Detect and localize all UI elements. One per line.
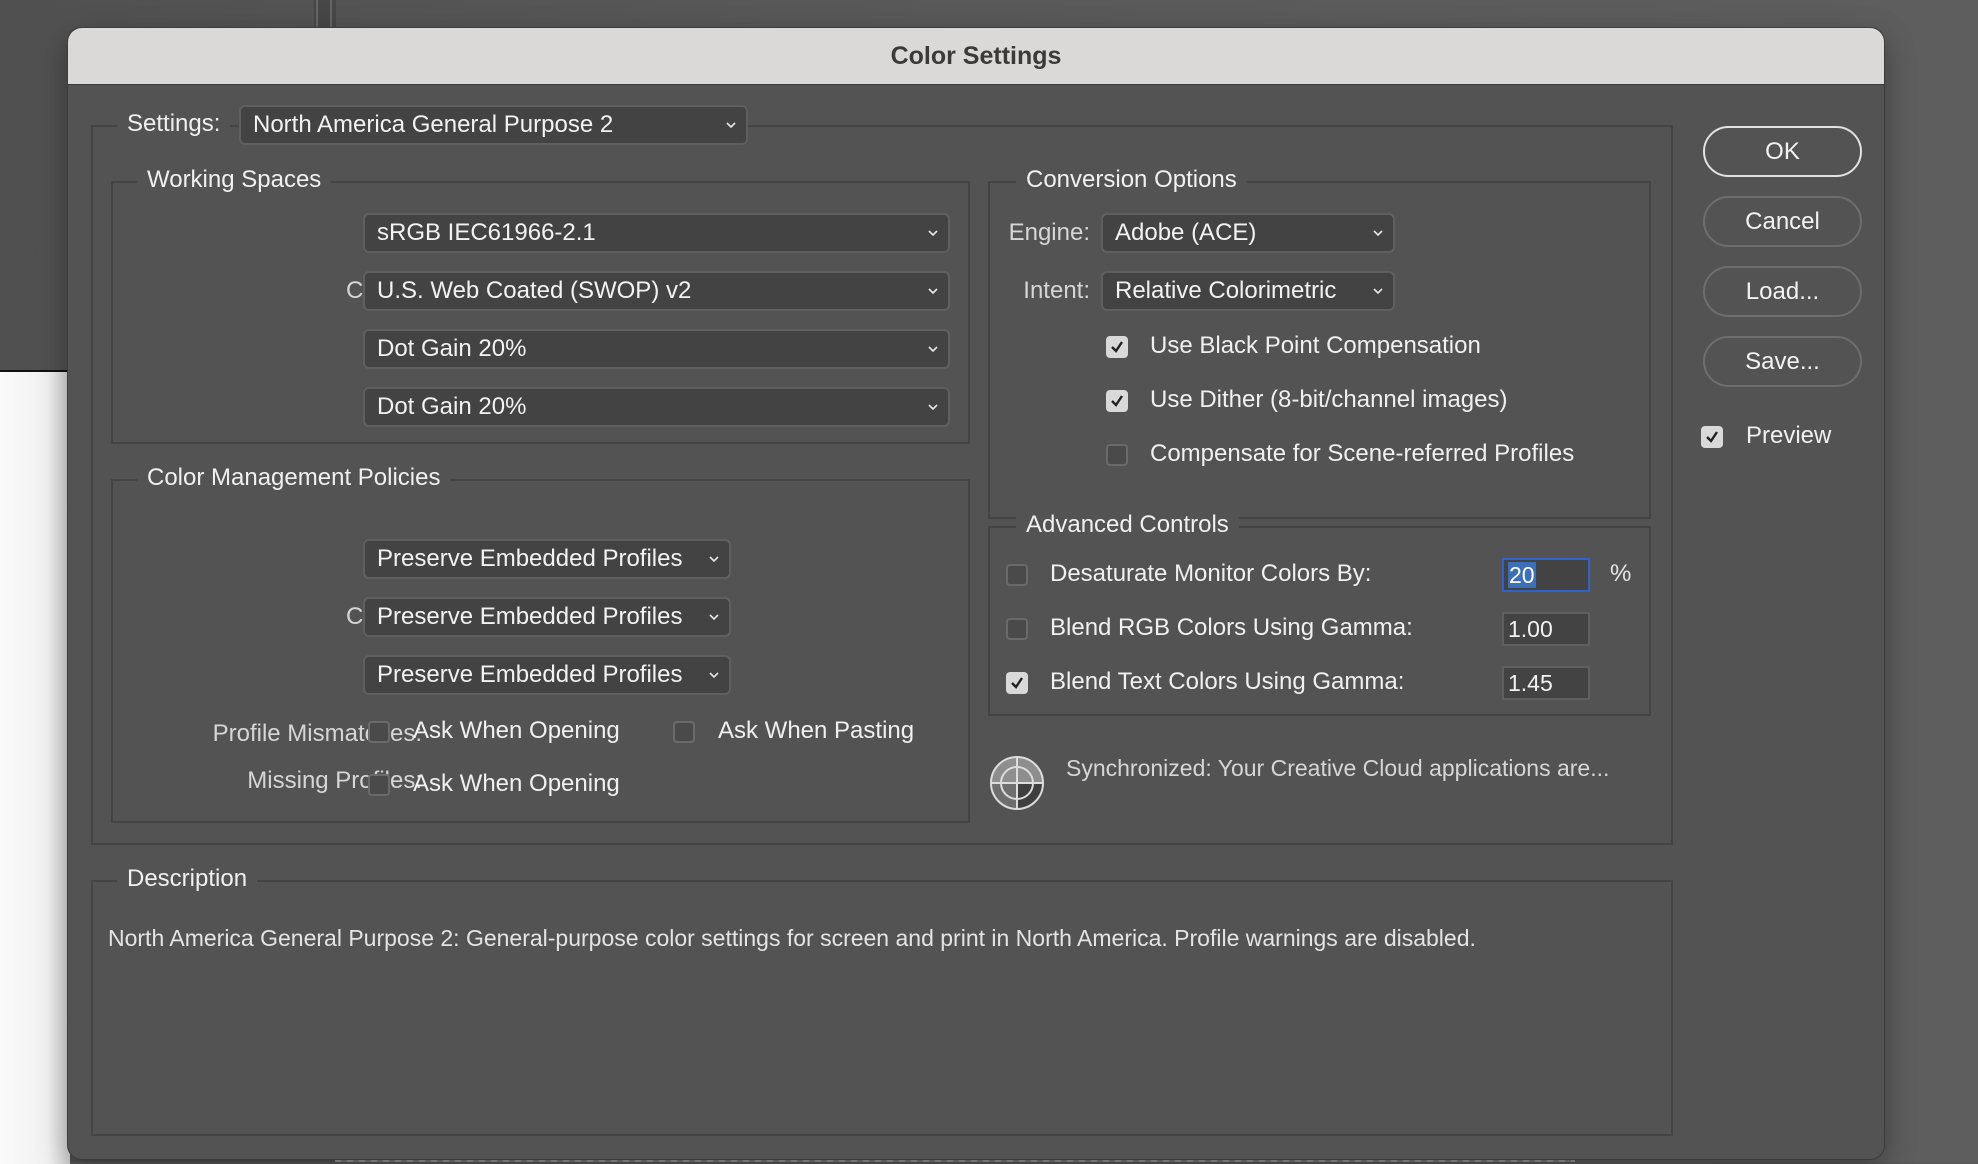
ws-rgb-value: sRGB IEC61966-2.1 bbox=[377, 219, 596, 246]
checkmark-icon bbox=[1111, 341, 1123, 353]
blend-text-checkbox[interactable] bbox=[1006, 672, 1028, 694]
settings-value: North America General Purpose 2 bbox=[253, 111, 614, 138]
percent-unit: % bbox=[1610, 560, 1632, 587]
engine-dropdown[interactable]: Adobe (ACE) bbox=[1101, 213, 1395, 253]
dialog-title: Color Settings bbox=[890, 42, 1062, 70]
black-point-compensation-checkbox[interactable] bbox=[1106, 336, 1128, 358]
policy-gray-dropdown[interactable]: Preserve Embedded Profiles bbox=[363, 655, 731, 695]
scene-referred-checkbox[interactable] bbox=[1106, 444, 1128, 466]
chevron-down-icon bbox=[1373, 228, 1383, 238]
chevron-down-icon bbox=[1373, 286, 1383, 296]
mismatch-ask-pasting-checkbox[interactable] bbox=[673, 721, 695, 743]
chevron-down-icon bbox=[928, 402, 938, 412]
ws-cmyk-value: U.S. Web Coated (SWOP) v2 bbox=[377, 277, 692, 304]
mismatch-ask-opening-checkbox[interactable] bbox=[368, 721, 390, 743]
policies-title: Color Management Policies bbox=[137, 464, 451, 492]
use-dither-checkbox[interactable] bbox=[1106, 390, 1128, 412]
background-panel-divider bbox=[314, 0, 336, 30]
intent-dropdown[interactable]: Relative Colorimetric bbox=[1101, 271, 1395, 311]
ws-gray-dropdown[interactable]: Dot Gain 20% bbox=[363, 329, 950, 369]
chevron-down-icon bbox=[928, 344, 938, 354]
chevron-down-icon bbox=[928, 286, 938, 296]
blend-rgb-label[interactable]: Blend RGB Colors Using Gamma: bbox=[1050, 613, 1413, 643]
missing-ask-opening-label[interactable]: Ask When Opening bbox=[413, 769, 620, 799]
blend-text-gamma-input[interactable]: 1.45 bbox=[1502, 666, 1590, 700]
cancel-button[interactable]: Cancel bbox=[1703, 196, 1862, 247]
engine-label: Engine: bbox=[1008, 219, 1090, 246]
mismatch-ask-opening-label[interactable]: Ask When Opening bbox=[413, 716, 620, 746]
missing-ask-opening-checkbox[interactable] bbox=[368, 774, 390, 796]
description-text: North America General Purpose 2: General… bbox=[108, 925, 1476, 951]
save-button[interactable]: Save... bbox=[1703, 336, 1862, 387]
desaturate-input[interactable]: 20 bbox=[1502, 558, 1590, 592]
ok-button[interactable]: OK bbox=[1703, 126, 1862, 177]
preview-label[interactable]: Preview bbox=[1746, 421, 1831, 451]
color-settings-dialog: Color Settings Settings: North America G… bbox=[68, 28, 1884, 1159]
blend-rgb-gamma-input[interactable]: 1.00 bbox=[1502, 612, 1590, 646]
chevron-down-icon bbox=[709, 612, 719, 622]
background-document-canvas bbox=[0, 370, 70, 1164]
policy-rgb-value: Preserve Embedded Profiles bbox=[377, 545, 683, 572]
load-button[interactable]: Load... bbox=[1703, 266, 1862, 317]
desaturate-label[interactable]: Desaturate Monitor Colors By: bbox=[1050, 559, 1371, 589]
preview-checkbox[interactable] bbox=[1701, 426, 1723, 448]
policy-cmyk-dropdown[interactable]: Preserve Embedded Profiles bbox=[363, 597, 731, 637]
chevron-down-icon bbox=[928, 228, 938, 238]
ws-spot-dropdown[interactable]: Dot Gain 20% bbox=[363, 387, 950, 427]
settings-dropdown[interactable]: North America General Purpose 2 bbox=[239, 105, 748, 145]
desaturate-value: 20 bbox=[1508, 562, 1536, 588]
policy-cmyk-value: Preserve Embedded Profiles bbox=[377, 603, 683, 630]
settings-label: Settings: bbox=[117, 110, 231, 138]
chevron-down-icon bbox=[709, 554, 719, 564]
policy-gray-value: Preserve Embedded Profiles bbox=[377, 661, 683, 688]
sync-status-icon bbox=[989, 755, 1045, 811]
conversion-options-title: Conversion Options bbox=[1016, 166, 1247, 194]
ws-gray-value: Dot Gain 20% bbox=[377, 335, 527, 362]
engine-value: Adobe (ACE) bbox=[1115, 219, 1257, 246]
ws-cmyk-dropdown[interactable]: U.S. Web Coated (SWOP) v2 bbox=[363, 271, 950, 311]
working-spaces-title: Working Spaces bbox=[137, 166, 332, 194]
policy-rgb-dropdown[interactable]: Preserve Embedded Profiles bbox=[363, 539, 731, 579]
checkmark-icon bbox=[1706, 431, 1718, 443]
advanced-controls-title: Advanced Controls bbox=[1016, 511, 1239, 539]
scene-referred-label[interactable]: Compensate for Scene-referred Profiles bbox=[1150, 439, 1574, 469]
description-group bbox=[91, 880, 1673, 1136]
desaturate-checkbox[interactable] bbox=[1006, 564, 1028, 586]
intent-label: Intent: bbox=[1023, 277, 1090, 304]
chevron-down-icon bbox=[709, 670, 719, 680]
blend-text-label[interactable]: Blend Text Colors Using Gamma: bbox=[1050, 667, 1404, 697]
ws-spot-value: Dot Gain 20% bbox=[377, 393, 527, 420]
blend-rgb-checkbox[interactable] bbox=[1006, 618, 1028, 640]
sync-status-text: Synchronized: Your Creative Cloud applic… bbox=[1066, 755, 1610, 781]
intent-value: Relative Colorimetric bbox=[1115, 277, 1337, 304]
description-title: Description bbox=[117, 865, 258, 893]
chevron-down-icon bbox=[726, 120, 736, 130]
checkmark-icon bbox=[1111, 395, 1123, 407]
black-point-compensation-label[interactable]: Use Black Point Compensation bbox=[1150, 331, 1481, 361]
ws-rgb-dropdown[interactable]: sRGB IEC61966-2.1 bbox=[363, 213, 950, 253]
use-dither-label[interactable]: Use Dither (8-bit/channel images) bbox=[1150, 385, 1507, 415]
mismatch-ask-pasting-label[interactable]: Ask When Pasting bbox=[718, 716, 914, 746]
dialog-titlebar[interactable]: Color Settings bbox=[68, 28, 1884, 85]
checkmark-icon bbox=[1011, 677, 1023, 689]
